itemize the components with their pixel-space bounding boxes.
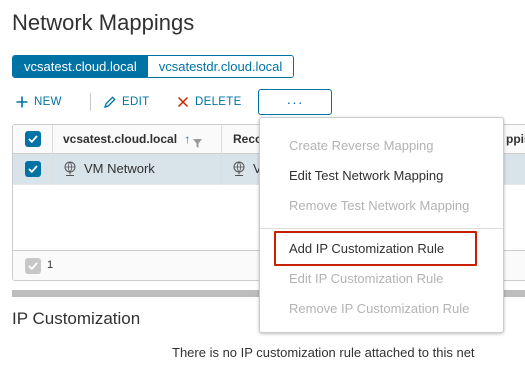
more-actions-button[interactable]: ···: [258, 89, 332, 115]
column-header-mapping[interactable]: ppin: [506, 132, 525, 146]
menu-item-remove-ip-customization-rule: Remove IP Customization Rule: [289, 301, 470, 316]
column-header-recovery-site[interactable]: Reco: [233, 132, 262, 146]
network-globe-icon: [232, 161, 246, 182]
check-icon: [28, 165, 38, 173]
delete-button[interactable]: DELETE: [177, 90, 242, 114]
site-toggle: vcsatest.cloud.local vcsatestdr.cloud.lo…: [12, 55, 295, 78]
grid-toolbar: NEW EDIT DELETE: [16, 90, 242, 114]
edit-button-label: EDIT: [122, 96, 150, 108]
page-title: Network Mappings: [12, 10, 195, 35]
row-network-name: VM Network: [84, 161, 155, 176]
more-actions-menu: Create Reverse Mapping Edit Test Network…: [259, 117, 504, 333]
delete-button-label: DELETE: [195, 96, 242, 108]
menu-divider: [260, 228, 503, 229]
check-icon: [28, 135, 38, 143]
ip-customization-title: IP Customization: [12, 309, 141, 328]
row-checkbox[interactable]: [25, 161, 41, 177]
new-button[interactable]: NEW: [16, 90, 78, 114]
menu-item-create-reverse-mapping: Create Reverse Mapping: [289, 138, 434, 153]
select-all-checkbox[interactable]: [25, 131, 41, 147]
check-icon: [28, 262, 38, 270]
pencil-icon: [103, 95, 116, 109]
toolbar-divider: [90, 93, 91, 111]
new-button-label: NEW: [34, 96, 62, 108]
column-divider: [221, 125, 222, 154]
edit-button[interactable]: EDIT: [103, 90, 165, 114]
selected-count: 1: [47, 259, 54, 271]
site-tab-vcsatestdr[interactable]: vcsatestdr.cloud.local: [147, 56, 294, 77]
footer-selection-checkbox: [25, 258, 41, 274]
x-icon: [177, 96, 189, 108]
menu-item-edit-test-network-mapping[interactable]: Edit Test Network Mapping: [260, 161, 503, 191]
menu-item-remove-test-network-mapping: Remove Test Network Mapping: [289, 198, 470, 213]
ip-customization-empty-message: There is no IP customization rule attach…: [172, 345, 475, 360]
ellipsis-icon: ···: [286, 94, 304, 110]
column-header-label: vcsatest.cloud.local: [63, 132, 178, 146]
column-divider: [221, 154, 222, 185]
filter-icon[interactable]: [193, 135, 202, 153]
menu-item-add-ip-customization-rule[interactable]: Add IP Customization Rule: [260, 234, 503, 264]
column-divider: [52, 125, 53, 154]
menu-item-edit-ip-customization-rule: Edit IP Customization Rule: [289, 271, 444, 286]
column-header-protected-site[interactable]: vcsatest.cloud.local ↑: [63, 132, 190, 146]
site-tab-vcsatest[interactable]: vcsatest.cloud.local: [13, 56, 148, 77]
plus-icon: [16, 96, 28, 108]
sort-ascending-icon[interactable]: ↑: [184, 132, 190, 146]
column-divider: [52, 154, 53, 185]
network-globe-icon: [63, 161, 77, 182]
